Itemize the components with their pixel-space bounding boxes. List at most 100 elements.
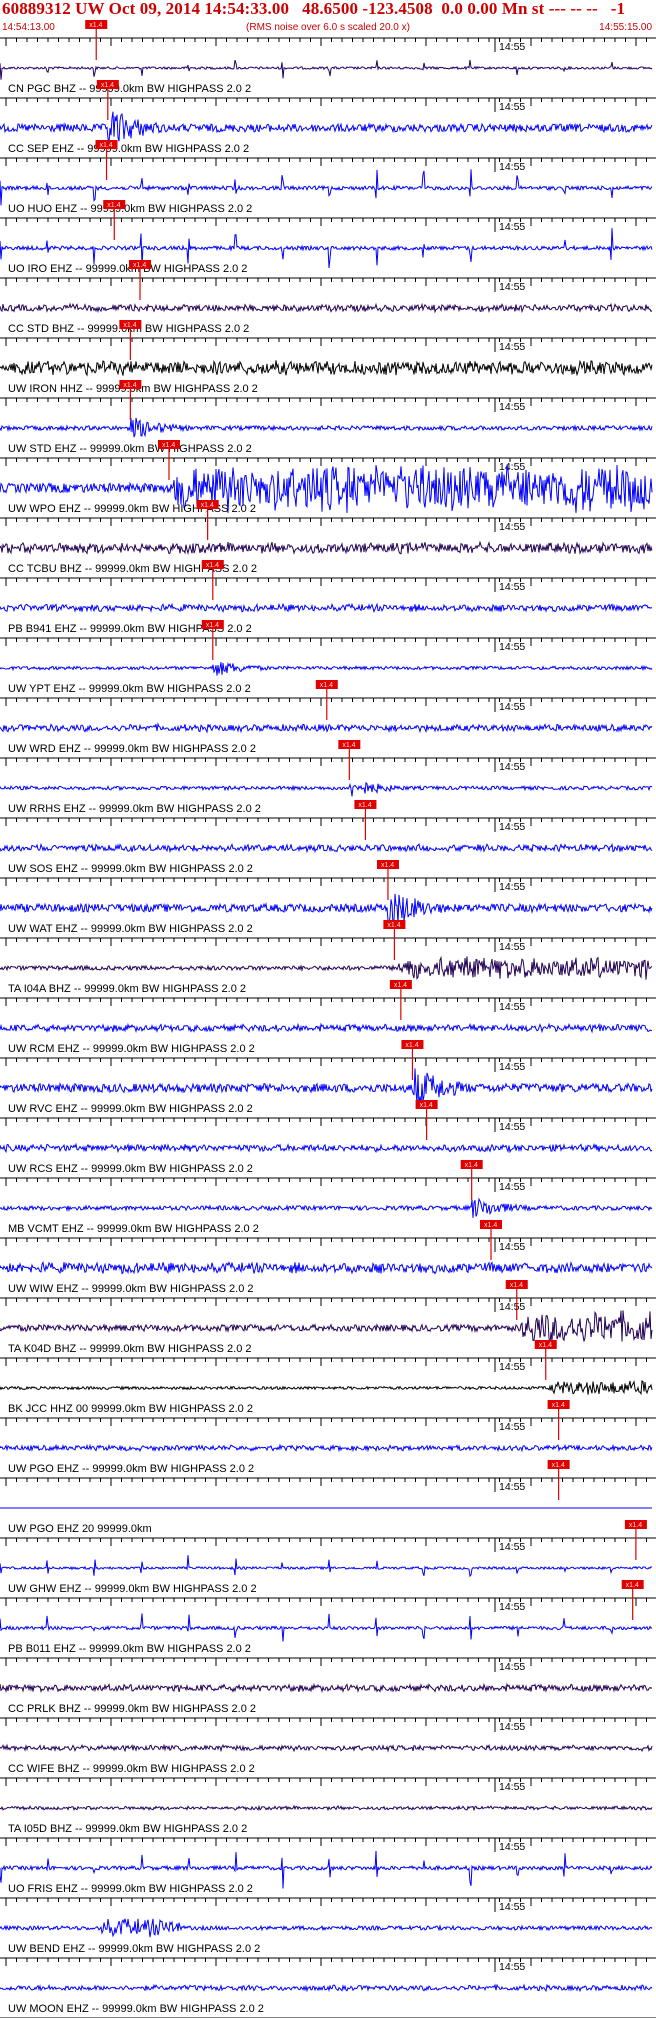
- pick-flag-label: x1.4: [101, 82, 114, 89]
- pick-flag-label: x1.4: [133, 262, 146, 269]
- waveform-trace: [0, 602, 653, 614]
- waveform-trace: [0, 302, 653, 314]
- waveform-trace: [0, 540, 653, 556]
- station-label: UW MOON EHZ -- 99999.0km BW HIGHPASS 2.0…: [8, 2003, 264, 2015]
- station-label: CC PRLK BHZ -- 99999.0km BW HIGHPASS 2.0…: [8, 1703, 256, 1715]
- pick-flag-label: x1.4: [484, 1222, 497, 1229]
- waveform-trace: [0, 1918, 653, 1938]
- trace-panel: 14:55 UW BEND EHZ -- 99999.0km BW HIGHPAS…: [0, 1897, 656, 1955]
- minute-label: 14:55: [499, 1901, 525, 1913]
- minute-label: 14:55: [499, 1661, 525, 1673]
- time-ticks: [5, 1478, 647, 1486]
- time-ticks: [5, 158, 647, 166]
- station-label: UW WPO EHZ -- 99999.0km BW HIGHPASS 2.0 …: [8, 503, 256, 515]
- station-label: UO IRO EHZ -- 99999.0km BW HIGHPASS 2.0 …: [8, 263, 247, 275]
- minute-label: 14:55: [499, 941, 525, 953]
- pick-flag-label: x1.4: [89, 22, 102, 29]
- pick-flag-label: x1.4: [420, 1102, 433, 1109]
- pick-flag-label: x1.4: [394, 982, 407, 989]
- waveform-trace: [0, 1068, 653, 1108]
- waveform-trace: [0, 1197, 653, 1218]
- minute-label: 14:55: [499, 581, 525, 593]
- trace-panel: 14:55 UW MOON EHZ -- 99999.0km BW HIGHPAS…: [0, 1957, 656, 2015]
- pick-flag-label: x1.4: [629, 1522, 642, 1529]
- pick-flag-label: x1.4: [100, 142, 113, 149]
- waveform-trace: [0, 228, 653, 269]
- pick-flag-label: x1.4: [539, 1342, 552, 1349]
- station-label: UO FRIS EHZ -- 99999.0km BW HIGHPASS 2.0…: [8, 1883, 253, 1895]
- trace-panel: 14:55 CC PRLK BHZ -- 99999.0km BW HIGHPAS…: [0, 1657, 656, 1715]
- pick-flag-label: x1.4: [206, 622, 219, 629]
- station-label: TA I05D BHZ -- 99999.0km BW HIGHPASS 2.0…: [8, 1823, 247, 1835]
- station-label: CN PGC BHZ -- 99999.0km BW HIGHPASS 2.0 …: [8, 83, 251, 95]
- waveform-trace: [0, 359, 653, 377]
- time-ticks: [5, 518, 647, 526]
- pick-flag-label: x1.4: [320, 682, 333, 689]
- waveform-trace: [0, 59, 653, 80]
- waveform-trace: [0, 1983, 653, 1993]
- waveform-trace: [0, 1743, 653, 1753]
- waveform-trace: [0, 781, 653, 797]
- minute-label: 14:55: [499, 1601, 525, 1613]
- time-ticks: [5, 1538, 647, 1546]
- pick-flag-label: x1.4: [387, 922, 400, 929]
- station-label: CC WIFE BHZ -- 99999.0km BW HIGHPASS 2.0…: [8, 1763, 255, 1775]
- time-ticks: [5, 1118, 647, 1126]
- station-label: UW PGO EHZ -- 99999.0km BW HIGHPASS 2.0 …: [8, 1463, 254, 1475]
- pick-flag-label: x1.4: [123, 322, 136, 329]
- minute-label: 14:55: [499, 41, 525, 53]
- station-label: UW WAT EHZ -- 99999.0km BW HIGHPASS 2.0 …: [8, 923, 253, 935]
- time-ticks: [5, 1838, 647, 1846]
- seismogram-panel: 14:55 CN PGC BHZ -- 99999.0km BW HIGHPASS…: [0, 20, 656, 2018]
- trace-panel: 14:55 TA I05D BHZ -- 99999.0km BW HIGHPAS…: [0, 1777, 656, 1835]
- minute-label: 14:55: [499, 101, 525, 113]
- minute-label: 14:55: [499, 701, 525, 713]
- time-ticks: [5, 1598, 647, 1606]
- station-label: UW STD EHZ -- 99999.0km BW HIGHPASS 2.0 …: [8, 443, 252, 455]
- minute-label: 14:55: [499, 401, 525, 413]
- pick-flag-label: x1.4: [465, 1162, 478, 1169]
- station-label: UW YPT EHZ -- 99999.0km BW HIGHPASS 2.0 …: [8, 683, 251, 695]
- minute-label: 14:55: [499, 221, 525, 233]
- waveform-trace: [0, 417, 653, 438]
- waveform-trace: [0, 1380, 653, 1396]
- trace-panel: 14:55 CC WIFE BHZ -- 99999.0km BW HIGHPAS…: [0, 1717, 656, 1775]
- minute-label: 14:55: [499, 821, 525, 833]
- waveform-trace: [0, 893, 653, 926]
- time-ticks: [5, 1418, 647, 1426]
- time-ticks: [5, 1358, 647, 1366]
- station-label: PB B011 EHZ -- 99999.0km BW HIGHPASS 2.0…: [8, 1643, 251, 1655]
- time-ticks: [5, 278, 647, 286]
- minute-label: 14:55: [499, 761, 525, 773]
- waveform-trace: [0, 1804, 653, 1812]
- waveform-trace: [0, 1443, 653, 1453]
- time-ticks: [5, 938, 647, 946]
- station-label: UW RVC EHZ -- 99999.0km BW HIGHPASS 2.0 …: [8, 1103, 253, 1115]
- time-ticks: [5, 1658, 647, 1666]
- time-ticks: [5, 398, 647, 406]
- station-label: TA K04D BHZ -- 99999.0km BW HIGHPASS 2.0…: [8, 1343, 252, 1355]
- time-ticks: [5, 998, 647, 1006]
- time-ticks: [5, 98, 647, 106]
- minute-label: 14:55: [499, 1361, 525, 1373]
- station-label: UW SOS EHZ -- 99999.0km BW HIGHPASS 2.0 …: [8, 863, 253, 875]
- pick-flag-label: x1.4: [342, 742, 355, 749]
- station-label: TA I04A BHZ -- 99999.0km BW HIGHPASS 2.0…: [8, 983, 246, 995]
- waveform-trace: [0, 1613, 653, 1642]
- waveform-trace: [0, 955, 653, 980]
- minute-label: 14:55: [499, 1721, 525, 1733]
- station-label: UW BEND EHZ -- 99999.0km BW HIGHPASS 2.0…: [8, 1943, 260, 1955]
- pick-flag-label: x1.4: [201, 502, 214, 509]
- time-ticks: [5, 458, 647, 466]
- pick-flag-label: x1.4: [206, 562, 219, 569]
- station-label: BK JCC HHZ 00 99999.0km BW HIGHPASS 2.0 …: [8, 1403, 253, 1415]
- minute-label: 14:55: [499, 281, 525, 293]
- minute-label: 14:55: [499, 1181, 525, 1193]
- pick-flag-label: x1.4: [381, 862, 394, 869]
- station-label: UW WIW EHZ -- 99999.0km BW HIGHPASS 2.0 …: [8, 1283, 254, 1295]
- minute-label: 14:55: [499, 1781, 525, 1793]
- minute-label: 14:55: [499, 1121, 525, 1133]
- time-ticks: [5, 1778, 647, 1786]
- time-ticks: [5, 1058, 647, 1066]
- station-label: CC SEP EHZ -- 99999.0km BW HIGHPASS 2.0 …: [8, 143, 249, 155]
